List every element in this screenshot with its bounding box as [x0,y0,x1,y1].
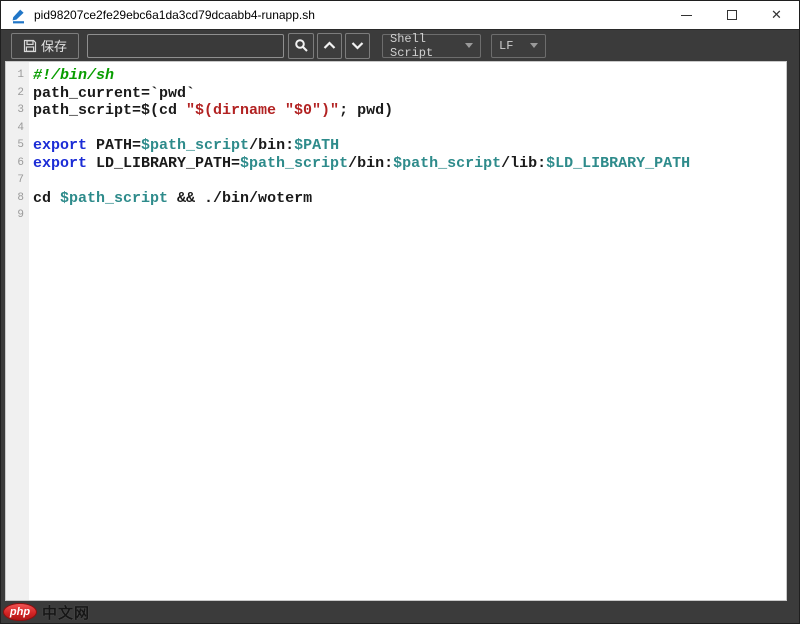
search-button[interactable] [288,33,314,59]
floppy-disk-icon [23,39,37,53]
code-line[interactable]: export LD_LIBRARY_PATH=$path_script/bin:… [33,155,786,173]
code-area[interactable]: #!/bin/shpath_current=`pwd`path_script=$… [29,62,786,600]
line-number: 5 [6,137,29,155]
close-button[interactable]: ✕ [754,1,799,29]
minimize-icon [681,15,692,16]
code-token-plain: LD_LIBRARY_PATH= [87,155,240,172]
caret-down-icon [465,43,473,48]
code-token-variable: $path_script [393,155,501,172]
window-controls: ✕ [664,1,799,29]
line-number: 1 [6,67,29,85]
app-window: pid98207ce2fe29ebc6a1da3cd79dcaabb4-runa… [0,0,800,624]
code-token-plain: /bin: [348,155,393,172]
code-editor[interactable]: 123456789 #!/bin/shpath_current=`pwd`pat… [5,61,787,601]
code-token-plain: cd [33,190,60,207]
code-token-variable: $LD_LIBRARY_PATH [546,155,690,172]
line-ending-select[interactable]: LF [491,34,546,58]
code-line[interactable]: export PATH=$path_script/bin:$PATH [33,137,786,155]
find-previous-button[interactable] [317,33,342,59]
code-token-plain: /bin: [249,137,294,154]
code-token-keyword: export [33,155,87,172]
code-token-variable: $path_script [60,190,168,207]
caret-down-icon [530,43,538,48]
code-token-plain: ; pwd) [339,102,393,119]
code-token-variable: $path_script [141,137,249,154]
line-ending-value: LF [499,39,513,53]
line-number: 6 [6,155,29,173]
syntax-mode-value: Shell Script [390,32,465,60]
editor-frame: 123456789 #!/bin/shpath_current=`pwd`pat… [1,61,799,601]
code-token-keyword: export [33,137,87,154]
line-number: 9 [6,207,29,225]
code-token-plain: PATH= [87,137,141,154]
magnifier-icon [294,38,309,53]
save-button-label: 保存 [41,36,67,55]
code-token-plain: /lib: [501,155,546,172]
code-line[interactable]: path_current=`pwd` [33,85,786,103]
syntax-mode-select[interactable]: Shell Script [382,34,481,58]
line-number: 4 [6,120,29,138]
titlebar: pid98207ce2fe29ebc6a1da3cd79dcaabb4-runa… [1,1,799,29]
code-line[interactable]: #!/bin/sh [33,67,786,85]
code-token-variable: $path_script [240,155,348,172]
maximize-icon [727,10,737,20]
vertical-scrollbar[interactable] [787,61,799,601]
code-line[interactable]: cd $path_script && ./bin/woterm [33,190,786,208]
code-token-plain: path_script=$(cd [33,102,186,119]
code-token-string: "$(dirname "$0")" [186,102,339,119]
save-button[interactable]: 保存 [11,33,79,59]
line-number: 7 [6,172,29,190]
code-token-plain: && ./bin/woterm [168,190,312,207]
gutter: 123456789 [6,62,29,600]
edit-pen-icon [10,7,27,24]
chevron-up-icon [323,41,336,50]
line-number: 8 [6,190,29,208]
line-number: 2 [6,85,29,103]
code-line[interactable] [33,120,786,138]
line-number: 3 [6,102,29,120]
code-token-comment: #!/bin/sh [33,67,114,84]
toolbar: 保存 Shell Script LF [1,29,799,61]
find-next-button[interactable] [345,33,370,59]
minimize-button[interactable] [664,1,709,29]
code-line[interactable]: path_script=$(cd "$(dirname "$0")"; pwd) [33,102,786,120]
php-logo-badge: php [3,603,37,621]
bottom-bar: php 中文网 [1,601,799,623]
code-line[interactable] [33,207,786,225]
watermark-text: 中文网 [42,602,90,623]
code-line[interactable] [33,172,786,190]
search-input[interactable] [87,34,284,58]
maximize-button[interactable] [709,1,754,29]
code-token-plain: path_current=`pwd` [33,85,195,102]
chevron-down-icon [351,41,364,50]
window-title: pid98207ce2fe29ebc6a1da3cd79dcaabb4-runa… [34,8,315,22]
code-token-variable: $PATH [294,137,339,154]
close-icon: ✕ [771,9,782,22]
